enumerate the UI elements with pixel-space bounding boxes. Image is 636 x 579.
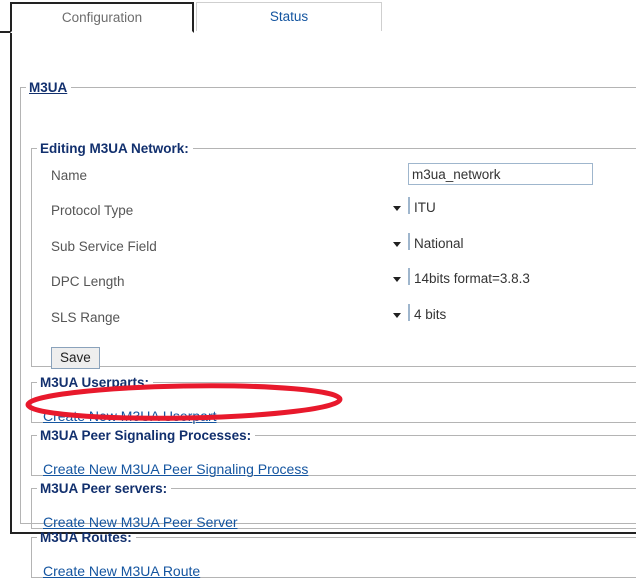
- m3ua-userparts-legend: M3UA Userparts:: [40, 375, 150, 390]
- m3ua-legend-link[interactable]: M3UA: [26, 80, 71, 95]
- m3ua-fieldset: M3UA Editing M3UA Network: Name Protocol…: [20, 80, 636, 579]
- create-new-m3ua-peer-signaling-process-link[interactable]: Create New M3UA Peer Signaling Process: [43, 461, 308, 477]
- label-dpc-length: DPC Length: [51, 274, 125, 289]
- protocol-type-value: ITU: [414, 200, 436, 215]
- chevron-down-icon: [393, 277, 401, 282]
- chevron-down-icon: [393, 242, 401, 247]
- sls-range-select[interactable]: 4 bits: [393, 304, 446, 322]
- form-row-name: Name: [32, 162, 636, 196]
- m3ua-userparts-fieldset: M3UA Userparts: Create New M3UA Userpart: [31, 375, 636, 424]
- label-sls-range: SLS Range: [51, 310, 121, 325]
- protocol-type-select[interactable]: ITU: [393, 197, 436, 215]
- m3ua-peer-signaling-processes-legend: M3UA Peer Signaling Processes:: [40, 428, 252, 443]
- name-input[interactable]: [408, 163, 593, 185]
- field-wrap-dpc-length: 14bits format=3.8.3: [393, 268, 530, 286]
- create-new-m3ua-userpart-link[interactable]: Create New M3UA Userpart: [43, 408, 217, 424]
- field-wrap-name: [408, 163, 593, 185]
- dpc-length-value: 14bits format=3.8.3: [414, 271, 530, 286]
- create-new-m3ua-route-link[interactable]: Create New M3UA Route: [43, 563, 200, 579]
- tab-bar: Configuration Status: [0, 0, 636, 33]
- configuration-panel: M3UA Editing M3UA Network: Name Protocol…: [10, 31, 636, 579]
- dpc-length-select[interactable]: 14bits format=3.8.3: [393, 268, 530, 286]
- m3ua-routes-legend: M3UA Routes:: [40, 530, 132, 545]
- editing-m3ua-network-legend: Editing M3UA Network:: [40, 141, 189, 156]
- form-row-sls-range: SLS Range 4 bits: [32, 304, 636, 338]
- create-new-m3ua-peer-server-link[interactable]: Create New M3UA Peer Server: [43, 514, 238, 530]
- label-protocol-type: Protocol Type: [51, 203, 134, 218]
- form-row-dpc-length: DPC Length 14bits format=3.8.3: [32, 268, 636, 302]
- m3ua-routes-fieldset: M3UA Routes: Create New M3UA Route: [31, 530, 636, 579]
- field-wrap-sls-range: 4 bits: [393, 304, 446, 322]
- form-row-protocol-type: Protocol Type ITU: [32, 197, 636, 231]
- field-wrap-sub-service-field: National: [393, 233, 464, 251]
- form-row-sub-service-field: Sub Service Field National: [32, 233, 636, 267]
- label-name: Name: [51, 168, 88, 183]
- m3ua-peer-signaling-processes-fieldset: M3UA Peer Signaling Processes: Create Ne…: [31, 428, 636, 477]
- chevron-down-icon: [393, 313, 401, 318]
- m3ua-peer-servers-legend: M3UA Peer servers:: [40, 481, 168, 496]
- tab-status[interactable]: Status: [196, 2, 382, 31]
- sub-service-field-select[interactable]: National: [393, 233, 464, 251]
- field-wrap-protocol-type: ITU: [393, 197, 436, 215]
- chevron-down-icon: [393, 206, 401, 211]
- sls-range-value: 4 bits: [414, 307, 447, 322]
- save-button[interactable]: Save: [51, 347, 100, 369]
- label-sub-service-field: Sub Service Field: [51, 239, 157, 254]
- sub-service-field-value: National: [414, 236, 464, 251]
- editing-m3ua-network-fieldset: Editing M3UA Network: Name Protocol Type…: [31, 141, 636, 369]
- m3ua-peer-servers-fieldset: M3UA Peer servers: Create New M3UA Peer …: [31, 481, 636, 530]
- tab-configuration[interactable]: Configuration: [10, 2, 194, 33]
